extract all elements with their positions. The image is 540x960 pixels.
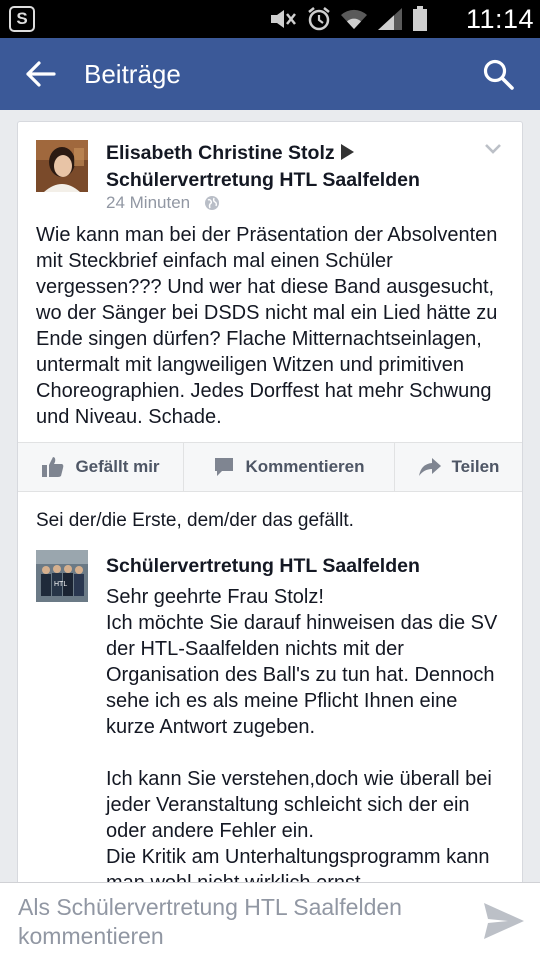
signal-icon bbox=[378, 8, 402, 30]
mute-icon bbox=[271, 10, 296, 28]
likes-summary: Sei der/die Erste, dem/der das gefällt. bbox=[36, 510, 354, 531]
back-arrow-icon bbox=[26, 61, 56, 87]
comment-button[interactable]: Kommentieren bbox=[184, 443, 395, 491]
comment-bubble-icon bbox=[215, 458, 234, 476]
app-notification-icon: S bbox=[9, 6, 35, 32]
comment-input[interactable] bbox=[18, 893, 438, 953]
app-bar: Beiträge bbox=[0, 38, 540, 110]
thumbs-up-icon bbox=[42, 457, 64, 477]
status-bar: S 11:14 bbox=[0, 0, 540, 38]
back-button[interactable] bbox=[22, 56, 62, 92]
page-title: Beiträge bbox=[84, 59, 181, 89]
share-label: Teilen bbox=[451, 457, 500, 476]
like-label: Gefällt mir bbox=[75, 457, 160, 476]
send-icon bbox=[484, 903, 524, 939]
share-arrow-icon bbox=[418, 458, 441, 476]
post-meta: 24 Minuten bbox=[106, 193, 220, 213]
post-author-name[interactable]: Elisabeth Christine Stolz bbox=[106, 142, 335, 164]
search-icon bbox=[483, 59, 514, 90]
posted-to-arrow-icon bbox=[340, 144, 354, 160]
chevron-down-icon bbox=[485, 144, 501, 154]
alarm-icon bbox=[308, 7, 330, 31]
share-button[interactable]: Teilen bbox=[395, 443, 522, 491]
feed[interactable]: Elisabeth Christine Stolz Schülervertret… bbox=[0, 110, 540, 882]
battery-icon bbox=[413, 6, 427, 31]
send-button[interactable] bbox=[482, 899, 526, 943]
search-button[interactable] bbox=[480, 56, 518, 94]
comment-composer bbox=[0, 882, 540, 960]
wifi-icon bbox=[341, 9, 367, 29]
post-timestamp[interactable]: 24 Minuten bbox=[106, 193, 190, 213]
post-action-bar: Gefällt mir Kommentieren Teilen bbox=[18, 442, 522, 492]
like-button[interactable]: Gefällt mir bbox=[18, 443, 184, 491]
author-avatar[interactable] bbox=[36, 140, 88, 192]
comment-body: Sehr geehrte Frau Stolz! Ich möchte Sie … bbox=[106, 586, 498, 882]
clock-time: 11:14 bbox=[465, 4, 534, 34]
post-target-page[interactable]: Schülervertretung HTL Saalfelden bbox=[106, 169, 420, 191]
group-photo: HTL bbox=[36, 550, 88, 602]
globe-icon bbox=[205, 196, 220, 210]
comment-label: Kommentieren bbox=[245, 457, 365, 476]
status-icons bbox=[268, 5, 428, 33]
profile-photo bbox=[36, 140, 88, 192]
post-card: Elisabeth Christine Stolz Schülervertret… bbox=[17, 121, 523, 882]
post-options-chevron[interactable] bbox=[484, 142, 502, 154]
avatar-htl-text: HTL bbox=[54, 581, 67, 588]
comment-author-name[interactable]: Schülervertretung HTL Saalfelden bbox=[106, 555, 420, 578]
post-header: Elisabeth Christine Stolz Schülervertret… bbox=[106, 140, 476, 194]
post-body: Wie kann man bei der Präsentation der Ab… bbox=[36, 224, 498, 428]
commenter-avatar[interactable]: HTL bbox=[36, 550, 88, 602]
